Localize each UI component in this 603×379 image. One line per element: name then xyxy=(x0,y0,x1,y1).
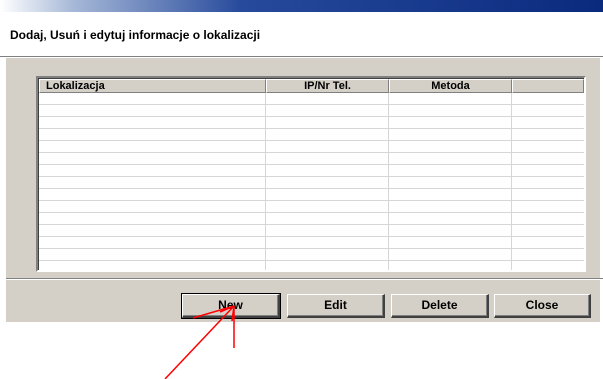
dialog-heading: Dodaj, Usuń i edytuj informacje o lokali… xyxy=(10,28,261,42)
table-row[interactable] xyxy=(39,105,584,117)
table-row[interactable] xyxy=(39,249,584,261)
table-row[interactable] xyxy=(39,117,584,129)
delete-button[interactable]: Delete xyxy=(391,294,489,318)
list-header: Lokalizacja IP/Nr Tel. Metoda xyxy=(39,79,584,93)
table-row[interactable] xyxy=(39,213,584,225)
table-row[interactable] xyxy=(39,93,584,105)
table-row[interactable] xyxy=(39,153,584,165)
table-row[interactable] xyxy=(39,237,584,249)
column-header-location[interactable]: Lokalizacja xyxy=(39,79,266,93)
table-row[interactable] xyxy=(39,165,584,177)
column-header-blank[interactable] xyxy=(512,79,584,93)
table-row[interactable] xyxy=(39,201,584,213)
dialog-header: Dodaj, Usuń i edytuj informacje o lokali… xyxy=(0,12,603,56)
location-list[interactable]: Lokalizacja IP/Nr Tel. Metoda xyxy=(36,76,586,272)
table-row[interactable] xyxy=(39,141,584,153)
table-row[interactable] xyxy=(39,129,584,141)
list-body[interactable] xyxy=(39,93,584,270)
column-header-method[interactable]: Metoda xyxy=(389,79,512,93)
new-button[interactable]: New xyxy=(181,293,281,319)
window-titlebar xyxy=(0,0,603,12)
button-bar-divider-highlight xyxy=(6,279,603,280)
edit-button[interactable]: Edit xyxy=(287,294,385,318)
table-row[interactable] xyxy=(39,225,584,237)
column-header-ip-phone[interactable]: IP/Nr Tel. xyxy=(266,79,389,93)
content-panel: Lokalizacja IP/Nr Tel. Metoda New Edit D… xyxy=(6,58,603,322)
close-button[interactable]: Close xyxy=(494,294,591,318)
table-row[interactable] xyxy=(39,189,584,201)
table-row[interactable] xyxy=(39,177,584,189)
